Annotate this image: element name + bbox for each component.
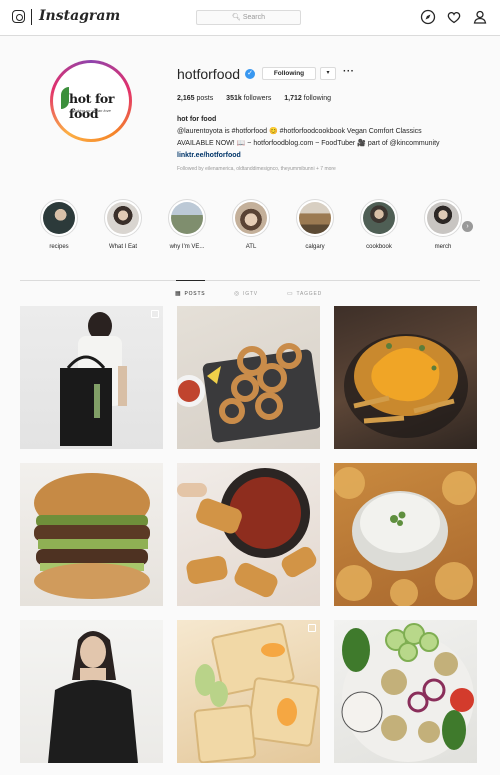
grid-icon: ▦ <box>175 291 182 297</box>
highlight-cover <box>107 202 139 234</box>
tab-igtv[interactable]: ◎ IGTV <box>234 290 258 297</box>
highlight-why-vegan[interactable]: why I'm VE... <box>162 199 212 250</box>
instagram-glyph-icon[interactable] <box>12 10 25 23</box>
highlight-label: why I'm VE... <box>169 244 205 250</box>
post-tile-3[interactable] <box>334 306 477 449</box>
top-nav-bar: Instagram 🔍︎ Search <box>0 0 500 36</box>
highlight-cover <box>427 202 459 234</box>
highlight-cover <box>363 202 395 234</box>
active-tab-indicator <box>176 280 205 281</box>
person-icon[interactable] <box>472 9 488 25</box>
instagram-wordmark[interactable]: Instagram <box>39 8 120 24</box>
verified-badge-icon: ✓ <box>245 69 255 79</box>
highlight-calgary[interactable]: calgary <box>290 199 340 250</box>
stat-posts: 2,165 posts <box>177 95 214 102</box>
highlight-label: cookbook <box>366 244 392 250</box>
post-tile-8[interactable] <box>177 620 320 763</box>
nav-divider <box>31 9 32 25</box>
highlight-merch[interactable]: merch <box>418 199 468 250</box>
post-image <box>193 622 320 763</box>
highlight-cover <box>171 202 203 234</box>
highlight-cover <box>299 202 331 234</box>
avatar-logo-text: hot for food <box>69 91 115 121</box>
avatar-logo-tagline: cooking up vegan love <box>71 108 111 113</box>
profile-stats: 2,165 posts 351k followers 1,712 followi… <box>177 95 342 102</box>
followed-by-text[interactable]: Followed by eilenamerica, oldtanddimesig… <box>177 166 336 172</box>
post-image <box>344 334 468 438</box>
post-tile-2[interactable] <box>177 306 320 449</box>
post-image <box>48 631 138 763</box>
multi-post-icon <box>151 310 159 318</box>
highlight-label: merch <box>434 244 452 250</box>
highlight-cover <box>43 202 75 234</box>
post-image <box>177 468 317 598</box>
highlight-label: ATL <box>245 244 257 250</box>
tabs-divider <box>20 280 480 281</box>
search-placeholder: Search <box>242 14 266 21</box>
bio-link[interactable]: linktr.ee/hotforfood <box>177 150 482 162</box>
bio-line-2: AVAILABLE NOW! 📖 ~ hotforfoodblog.com ~ … <box>177 140 440 147</box>
avatar[interactable]: hot for food cooking up vegan love <box>50 60 132 142</box>
post-tile-9[interactable] <box>334 620 477 763</box>
avatar-logo: hot for food cooking up vegan love <box>53 63 129 139</box>
highlight-what-i-eat[interactable]: What I Eat <box>98 199 148 250</box>
post-tile-6[interactable] <box>334 463 477 606</box>
post-image <box>341 623 474 762</box>
suggested-dropdown-button[interactable]: ▾ <box>320 67 336 80</box>
highlight-label: recipes <box>49 244 69 250</box>
bio-name: hot for food <box>177 116 217 123</box>
highlight-label: What I Eat <box>108 244 137 250</box>
post-image <box>60 312 127 446</box>
video-post-icon <box>308 624 316 632</box>
heart-icon[interactable] <box>446 9 462 25</box>
profile-bio: hot for food @laurentoyota is #hotforfoo… <box>177 114 482 162</box>
highlight-label: calgary <box>305 244 325 250</box>
post-image <box>177 343 320 443</box>
post-tile-5[interactable] <box>177 463 320 606</box>
post-tile-1[interactable] <box>20 306 163 449</box>
compass-icon[interactable] <box>420 9 436 25</box>
post-image <box>334 467 476 606</box>
profile-username: hotforfood <box>177 66 241 82</box>
post-tile-7[interactable] <box>20 620 163 763</box>
tab-tagged[interactable]: ▭ TAGGED <box>287 290 322 297</box>
stat-following[interactable]: 1,712 following <box>284 95 331 102</box>
search-icon: 🔍︎ <box>231 14 241 21</box>
leaf-icon <box>61 87 69 109</box>
search-input[interactable]: 🔍︎ Search <box>196 10 301 25</box>
stat-followers[interactable]: 351k followers <box>226 95 271 102</box>
tag-icon: ▭ <box>287 291 294 297</box>
more-options-icon[interactable]: ··· <box>343 66 355 77</box>
highlights-next-arrow-icon[interactable]: › <box>462 221 473 232</box>
highlight-recipes[interactable]: recipes <box>34 199 84 250</box>
highlight-atl[interactable]: ATL <box>226 199 276 250</box>
following-button[interactable]: Following <box>262 67 316 80</box>
bio-line-1: @laurentoyota is #hotforfood 😊 #hotforfo… <box>177 128 422 135</box>
tab-posts[interactable]: ▦ POSTS <box>175 290 205 297</box>
igtv-icon: ◎ <box>234 291 241 297</box>
post-tile-4[interactable] <box>20 463 163 606</box>
highlight-cookbook[interactable]: cookbook <box>354 199 404 250</box>
post-image <box>34 473 150 599</box>
highlight-cover <box>235 202 267 234</box>
